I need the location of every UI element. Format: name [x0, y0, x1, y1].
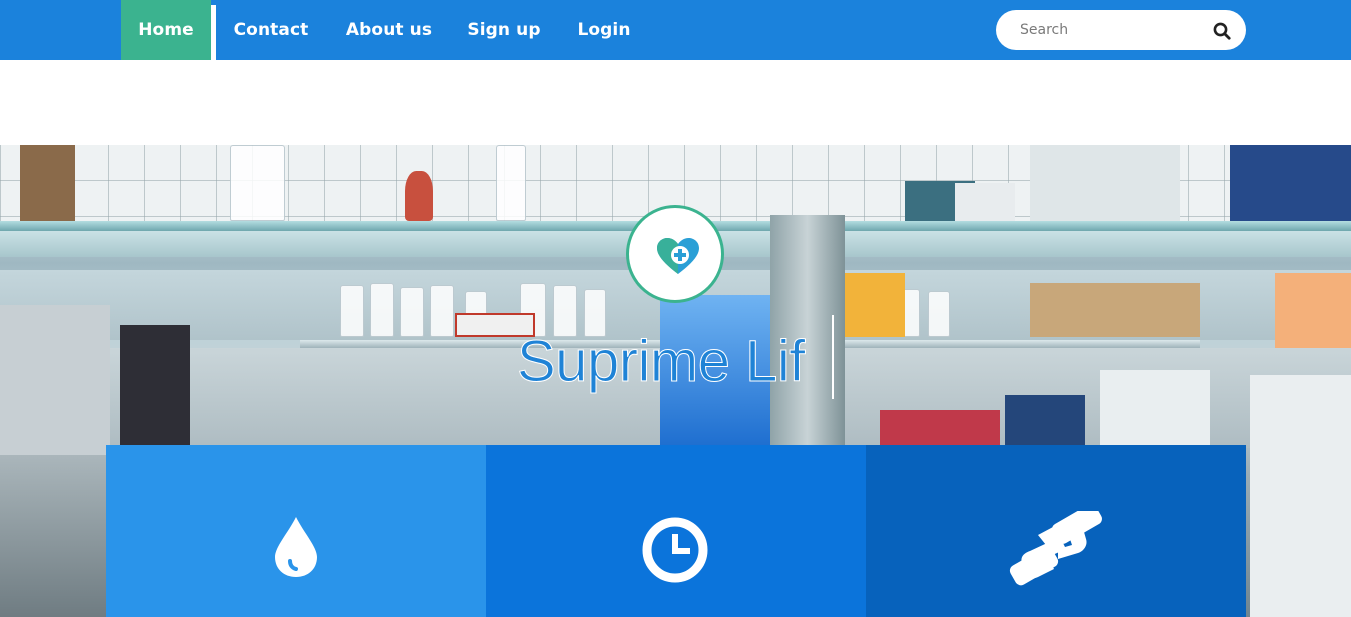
hero-background-box	[880, 410, 1000, 445]
search-box	[996, 10, 1246, 50]
hero-background-box	[1250, 375, 1351, 617]
hero-background-box	[0, 305, 110, 455]
hero-background-box	[1030, 145, 1180, 221]
hero-background-box	[405, 171, 433, 221]
hero-background-box	[845, 273, 905, 337]
clock-icon	[642, 517, 708, 583]
hero-background-box	[955, 183, 1015, 221]
nav-home[interactable]: Home	[121, 0, 211, 60]
search-icon[interactable]	[1213, 22, 1231, 40]
hero-background-bottle	[400, 287, 424, 337]
hero-background-box	[20, 145, 75, 221]
hero-background-bottle	[430, 285, 454, 337]
feature-box-handshake[interactable]	[866, 445, 1246, 617]
search-input[interactable]	[1020, 10, 1200, 50]
nav-sign-up[interactable]: Sign up	[462, 0, 546, 60]
nav-about-us[interactable]: About us	[340, 0, 438, 60]
hero-banner: Suprime Lif	[0, 145, 1351, 617]
nav-login[interactable]: Login	[572, 0, 636, 60]
feature-box-drop[interactable]	[106, 445, 486, 617]
nav-contact[interactable]: Contact	[226, 0, 316, 60]
typing-cursor	[832, 315, 834, 399]
hero-background-box	[1005, 395, 1085, 445]
hero-background-bottle	[230, 145, 285, 221]
hero-background-bottle	[370, 283, 394, 337]
hero-background-bottle	[928, 291, 950, 337]
hero-background-box	[1100, 370, 1210, 445]
hero-background-box	[0, 455, 106, 617]
heart-plus-icon	[657, 238, 699, 274]
hero-background-bottle	[496, 145, 526, 221]
site-logo	[626, 205, 724, 303]
hero-background-box	[120, 325, 190, 445]
hero-background-bottle	[340, 285, 364, 337]
feature-box-clock[interactable]	[486, 445, 866, 617]
hero-title: Suprime Lif	[517, 329, 806, 395]
hero-background-box	[1230, 145, 1351, 221]
hero-background-box	[1030, 283, 1200, 337]
water-drop-icon	[275, 517, 317, 577]
top-navbar: Home Contact About us Sign up Login	[0, 0, 1351, 60]
nav-separator	[211, 5, 216, 60]
handshake-icon	[1009, 511, 1102, 586]
